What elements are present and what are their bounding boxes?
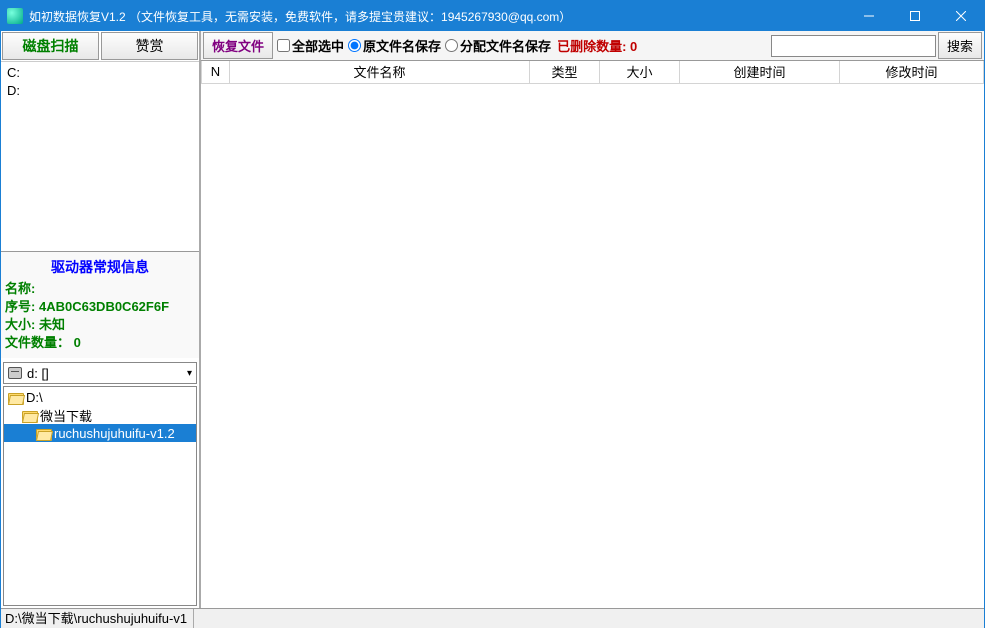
search-input[interactable] (771, 35, 936, 57)
folder-icon (8, 392, 22, 403)
drive-item[interactable]: C: (7, 64, 193, 82)
tree-item[interactable]: 微当下载 (4, 406, 196, 424)
drive-name-label: 名称: (5, 281, 35, 296)
keep-name-label: 原文件名保存 (363, 36, 441, 55)
drive-combo-label: d: [] (27, 366, 49, 381)
status-path: D:\微当下载\ruchushujuhuifu-v1 (5, 609, 194, 628)
column-header[interactable]: N (202, 61, 230, 83)
drive-files-value: 0 (74, 335, 81, 350)
window-title: 如初数据恢复V1.2 （文件恢复工具，无需安装，免费软件，请多提宝贵建议：194… (29, 8, 846, 25)
disk-icon (8, 367, 22, 379)
maximize-button[interactable] (892, 1, 938, 31)
close-button[interactable] (938, 1, 984, 31)
folder-icon (36, 428, 50, 439)
column-header[interactable]: 大小 (600, 61, 680, 83)
assign-name-radio[interactable]: 分配文件名保存 (445, 36, 551, 55)
drive-serial-value: 4AB0C63DB0C62F6F (39, 299, 169, 314)
drive-serial-label: 序号: (5, 299, 35, 314)
tree-item[interactable]: D:\ (4, 388, 196, 406)
drive-size-value: 未知 (39, 317, 65, 332)
drive-info-header: 驱动器常规信息 (5, 258, 195, 276)
search-button[interactable]: 搜索 (938, 32, 982, 59)
recover-button[interactable]: 恢复文件 (203, 32, 273, 59)
donate-button[interactable]: 赞赏 (101, 32, 198, 60)
minimize-button[interactable] (846, 1, 892, 31)
column-header[interactable]: 修改时间 (840, 61, 984, 83)
column-header[interactable]: 类型 (530, 61, 600, 83)
drive-size-label: 大小: (5, 317, 35, 332)
file-grid[interactable]: N文件名称类型大小创建时间修改时间 (201, 61, 984, 608)
deleted-count: 已删除数量: 0 (557, 36, 637, 55)
toolbar: 恢复文件 全部选中 原文件名保存 分配文件名保存 已删除数量: 0 搜索 (201, 31, 984, 61)
assign-name-label: 分配文件名保存 (460, 36, 551, 55)
status-bar: D:\微当下载\ruchushujuhuifu-v1 (1, 608, 984, 628)
folder-tree[interactable]: D:\微当下载ruchushujuhuifu-v1.2 (3, 386, 197, 606)
select-all-checkbox[interactable]: 全部选中 (277, 36, 344, 55)
drive-files-label: 文件数量： (5, 335, 70, 350)
drive-info-panel: 驱动器常规信息 名称: 序号: 4AB0C63DB0C62F6F 大小: 未知 … (1, 251, 199, 358)
drive-combo[interactable]: d: [] ▾ (3, 362, 197, 384)
drive-list[interactable]: C: D: (1, 61, 199, 251)
folder-icon (22, 410, 36, 421)
tree-item-label: ruchushujuhuifu-v1.2 (54, 426, 175, 441)
chevron-down-icon: ▾ (187, 368, 192, 379)
app-icon (7, 8, 23, 24)
column-header[interactable]: 创建时间 (680, 61, 840, 83)
keep-name-radio[interactable]: 原文件名保存 (348, 36, 441, 55)
tree-item[interactable]: ruchushujuhuifu-v1.2 (4, 424, 196, 442)
column-header[interactable]: 文件名称 (230, 61, 530, 83)
tree-item-label: D:\ (26, 390, 43, 405)
scan-disk-button[interactable]: 磁盘扫描 (2, 32, 99, 60)
select-all-label: 全部选中 (292, 36, 344, 55)
tree-item-label: 微当下载 (40, 406, 92, 425)
drive-item[interactable]: D: (7, 82, 193, 100)
